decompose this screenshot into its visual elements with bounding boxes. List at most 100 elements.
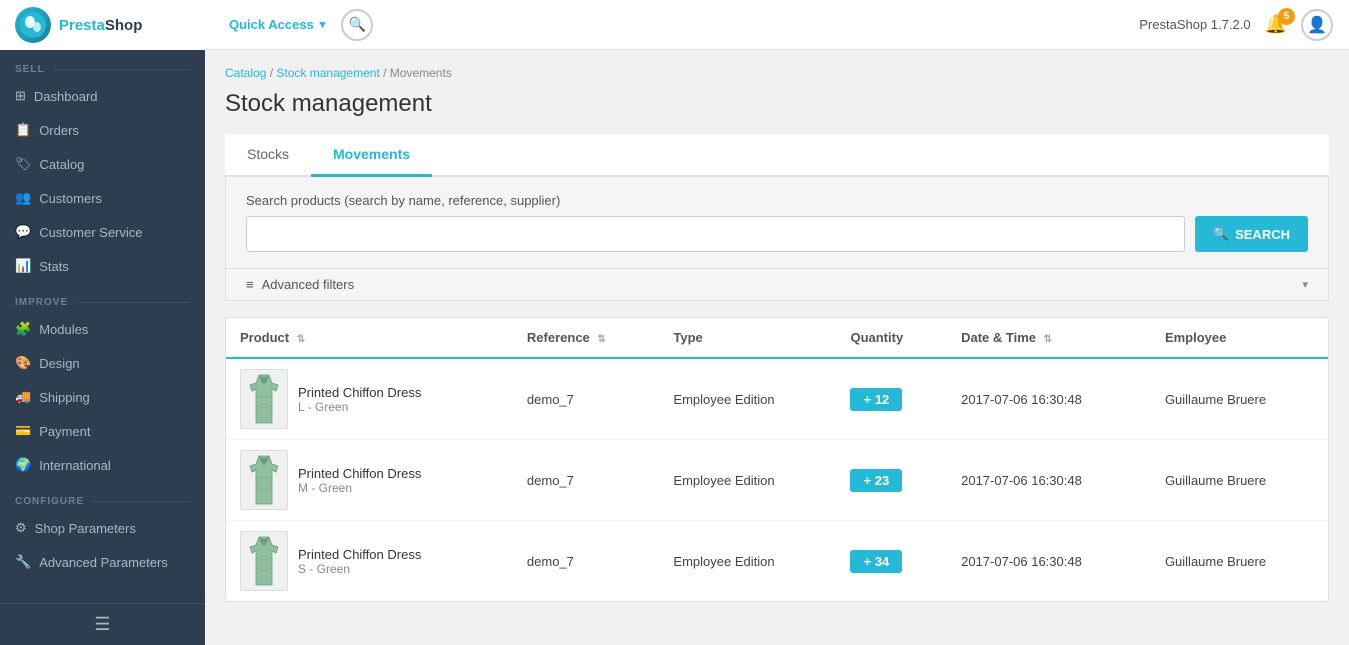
sidebar-item-label: Shop Parameters: [35, 521, 136, 536]
sidebar-item-customer-service[interactable]: 💬 Customer Service: [0, 215, 205, 249]
employee-cell-0: Guillaume Bruere: [1151, 358, 1328, 440]
col-employee: Employee: [1151, 318, 1328, 358]
quantity-cell-2: + 34: [836, 521, 947, 602]
logo-icon: [15, 7, 51, 43]
sidebar-item-label: International: [39, 458, 111, 473]
sidebar-item-payment[interactable]: 💳 Payment: [0, 414, 205, 448]
sidebar-item-design[interactable]: 🎨 Design: [0, 346, 205, 380]
version-label: PrestaShop 1.7.2.0: [1139, 17, 1250, 32]
sidebar-item-label: Modules: [39, 322, 88, 337]
search-icon: 🔍: [349, 16, 366, 33]
chevron-down-icon: ▾: [1302, 278, 1308, 291]
sidebar-item-label: Customers: [39, 191, 102, 206]
sort-datetime-icon[interactable]: ⇅: [1044, 334, 1052, 345]
topbar-search-button[interactable]: 🔍: [341, 9, 373, 41]
sidebar-item-advanced-parameters[interactable]: 🔧 Advanced Parameters: [0, 545, 205, 579]
stats-icon: 📊: [15, 258, 31, 274]
quantity-cell-0: + 12: [836, 358, 947, 440]
hamburger-icon[interactable]: ☰: [94, 614, 110, 635]
product-name-0: Printed Chiffon Dress: [298, 385, 421, 400]
sidebar-item-label: Shipping: [39, 390, 90, 405]
movements-table-container: Product ⇅ Reference ⇅ Type Quantity: [225, 317, 1329, 602]
sidebar-item-label: Catalog: [40, 157, 85, 172]
quantity-cell-1: + 23: [836, 440, 947, 521]
type-cell-2: Employee Edition: [659, 521, 836, 602]
table-row: Printed Chiffon Dress M - Green demo_7 E…: [226, 440, 1328, 521]
search-btn-label: SEARCH: [1235, 227, 1290, 242]
dashboard-icon: ⊞: [15, 88, 26, 104]
sidebar-item-customers[interactable]: 👥 Customers: [0, 181, 205, 215]
sidebar-item-label: Payment: [39, 424, 90, 439]
search-input[interactable]: [246, 216, 1185, 252]
tabs: Stocks Movements: [225, 134, 1329, 177]
quantity-badge-0: + 12: [850, 388, 902, 411]
shipping-icon: 🚚: [15, 389, 31, 405]
page-content: Catalog / Stock management / Movements S…: [205, 50, 1349, 645]
reference-cell-2: demo_7: [513, 521, 660, 602]
modules-icon: 🧩: [15, 321, 31, 337]
sort-reference-icon[interactable]: ⇅: [597, 334, 605, 345]
datetime-cell-0: 2017-07-06 16:30:48: [947, 358, 1151, 440]
sidebar-item-label: Advanced Parameters: [39, 555, 168, 570]
table-row: Printed Chiffon Dress L - Green demo_7 E…: [226, 358, 1328, 440]
product-name-1: Printed Chiffon Dress: [298, 466, 421, 481]
logo: PrestaShop: [0, 0, 205, 50]
customer-service-icon: 💬: [15, 224, 31, 240]
design-icon: 🎨: [15, 355, 31, 371]
sidebar-item-label: Dashboard: [34, 89, 98, 104]
col-type: Type: [659, 318, 836, 358]
sidebar-item-shop-parameters[interactable]: ⚙ Shop Parameters: [0, 511, 205, 545]
type-cell-1: Employee Edition: [659, 440, 836, 521]
reference-cell-0: demo_7: [513, 358, 660, 440]
product-variant-0: L - Green: [298, 400, 421, 414]
sidebar-item-shipping[interactable]: 🚚 Shipping: [0, 380, 205, 414]
employee-cell-2: Guillaume Bruere: [1151, 521, 1328, 602]
customers-icon: 👥: [15, 190, 31, 206]
sidebar-item-label: Customer Service: [39, 225, 142, 240]
advanced-filters-toggle[interactable]: ≡ Advanced filters ▾: [225, 269, 1329, 301]
notification-badge: 5: [1278, 8, 1295, 25]
sidebar-item-international[interactable]: 🌍 International: [0, 448, 205, 482]
sidebar-item-dashboard[interactable]: ⊞ Dashboard: [0, 79, 205, 113]
search-label: Search products (search by name, referen…: [246, 193, 1308, 208]
product-cell-2: Printed Chiffon Dress S - Green: [226, 521, 513, 602]
search-button[interactable]: 🔍 SEARCH: [1195, 216, 1308, 252]
tab-movements[interactable]: Movements: [311, 134, 432, 177]
advanced-filters-label: Advanced filters: [262, 277, 1295, 292]
topbar-right: PrestaShop 1.7.2.0 🔔 5 👤: [1139, 9, 1333, 41]
product-cell-0: Printed Chiffon Dress L - Green: [226, 358, 513, 440]
logo-text: PrestaShop: [59, 17, 142, 34]
tab-stocks[interactable]: Stocks: [225, 134, 311, 177]
improve-section-label: IMPROVE: [0, 283, 205, 312]
quick-access-button[interactable]: Quick Access ▾: [221, 13, 333, 36]
sort-product-icon[interactable]: ⇅: [297, 334, 305, 345]
col-product: Product ⇅: [226, 318, 513, 358]
sidebar-item-stats[interactable]: 📊 Stats: [0, 249, 205, 283]
quantity-badge-1: + 23: [850, 469, 902, 492]
page-title: Stock management: [225, 90, 1329, 118]
breadcrumb: Catalog / Stock management / Movements: [225, 66, 1329, 80]
product-variant-2: S - Green: [298, 562, 421, 576]
sidebar-item-catalog[interactable]: 🏷 Catalog: [0, 147, 205, 181]
user-icon: 👤: [1307, 15, 1327, 35]
sidebar-bottom: ☰: [0, 603, 205, 645]
user-avatar-button[interactable]: 👤: [1301, 9, 1333, 41]
filter-icon: ≡: [246, 277, 254, 292]
quick-access-label: Quick Access: [229, 17, 314, 32]
sidebar-item-orders[interactable]: 📋 Orders: [0, 113, 205, 147]
col-reference: Reference ⇅: [513, 318, 660, 358]
international-icon: 🌍: [15, 457, 31, 473]
product-thumbnail-0: [240, 369, 288, 429]
breadcrumb-stock-management[interactable]: Stock management: [276, 66, 379, 80]
employee-cell-1: Guillaume Bruere: [1151, 440, 1328, 521]
notifications-button[interactable]: 🔔 5: [1265, 14, 1287, 35]
search-btn-icon: 🔍: [1213, 226, 1229, 242]
movements-table: Product ⇅ Reference ⇅ Type Quantity: [226, 318, 1328, 601]
catalog-icon: 🏷: [15, 156, 32, 172]
datetime-cell-2: 2017-07-06 16:30:48: [947, 521, 1151, 602]
breadcrumb-catalog[interactable]: Catalog: [225, 66, 266, 80]
advanced-parameters-icon: 🔧: [15, 554, 31, 570]
payment-icon: 💳: [15, 423, 31, 439]
quantity-badge-2: + 34: [850, 550, 902, 573]
sidebar-item-modules[interactable]: 🧩 Modules: [0, 312, 205, 346]
